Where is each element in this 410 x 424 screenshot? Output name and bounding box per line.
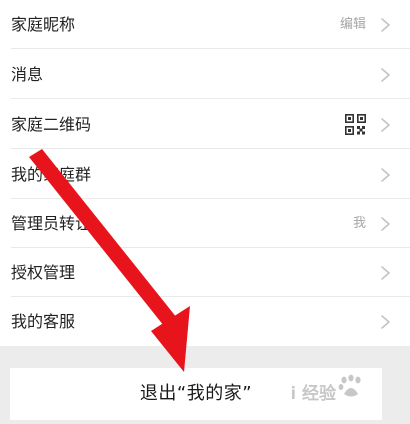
family-settings-list: 家庭昵称 编辑 消息 家庭二维码 我的家庭群 管理员转让 我 授权管理 我的客服 [0,0,410,346]
divider [11,98,410,99]
chevron-right-icon [381,118,390,132]
row-family-qr-code[interactable]: 家庭二维码 [0,100,410,149]
row-label: 家庭二维码 [11,115,92,134]
watermark-text: Bai 经验 [292,383,337,404]
row-label: 消息 [11,65,44,84]
chevron-right-icon [381,168,390,182]
chevron-right-icon [381,18,390,32]
row-label: 家庭昵称 [11,15,76,34]
chevron-right-icon [381,68,390,82]
qr-code-icon [345,114,366,135]
row-label: 我的家庭群 [11,165,92,184]
chevron-right-icon [381,217,390,231]
row-authorization-management[interactable]: 授权管理 [0,248,410,297]
row-label: 授权管理 [11,263,76,282]
row-admin-transfer[interactable]: 管理员转让 我 [0,199,410,248]
baidu-jingyan-watermark: Bai 经验 [292,374,361,404]
row-my-customer-service[interactable]: 我的客服 [0,297,410,346]
divider [11,148,410,149]
row-label: 我的客服 [11,312,76,331]
divider [11,48,410,49]
row-label: 管理员转让 [11,214,92,233]
chevron-right-icon [381,266,390,280]
row-my-family-group[interactable]: 我的家庭群 [0,150,410,199]
row-messages[interactable]: 消息 [0,50,410,99]
chevron-right-icon [381,315,390,329]
row-value: 编辑 [339,17,366,32]
row-family-nickname[interactable]: 家庭昵称 编辑 [0,0,410,49]
row-value: 我 [352,216,366,231]
